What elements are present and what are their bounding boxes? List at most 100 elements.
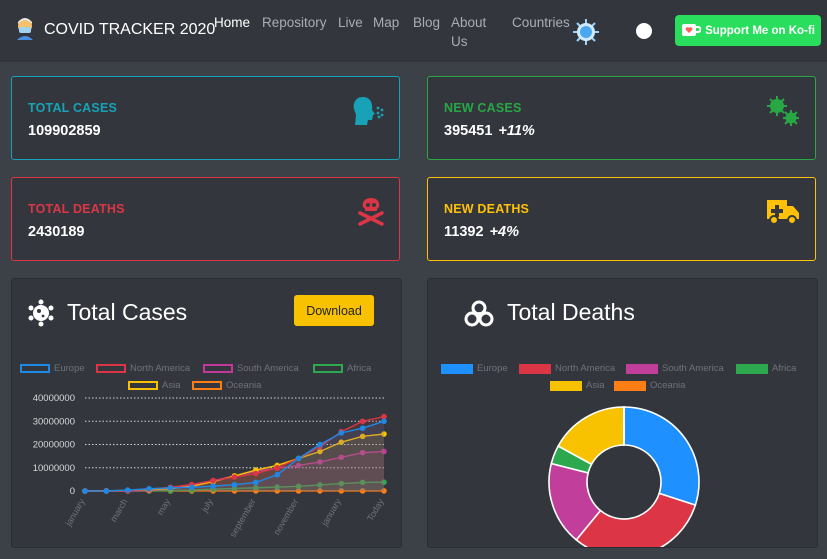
download-button[interactable]: Download	[294, 295, 374, 326]
data-point[interactable]	[381, 418, 387, 425]
nav-home[interactable]: Home	[214, 13, 250, 32]
data-point[interactable]	[253, 479, 259, 486]
y-tick-label: 40000000	[33, 393, 75, 404]
total-deaths-title: TOTAL DEATHS	[28, 202, 125, 216]
new-cases-pct: +11%	[498, 123, 535, 139]
donut-slice[interactable]	[575, 492, 697, 547]
kofi-cup-icon	[682, 24, 702, 36]
legend-swatch	[441, 363, 473, 374]
total-cases-chart-title: Total Cases	[67, 299, 188, 325]
virus-theme-icon[interactable]	[571, 17, 601, 47]
legend-item-north-america[interactable]: North America	[519, 363, 615, 374]
new-deaths-value: 11392	[444, 224, 484, 240]
nav-about-line2: Us	[451, 34, 468, 49]
nav-map[interactable]: Map	[373, 13, 399, 32]
legend-item-africa[interactable]: Africa	[313, 363, 371, 374]
data-point[interactable]	[231, 474, 238, 480]
legend-item-north-america[interactable]: North America	[96, 363, 190, 374]
legend-label: North America	[130, 363, 191, 374]
legend-swatch	[313, 364, 343, 373]
total-deaths-chart-title: Total Deaths	[507, 299, 635, 325]
legend-swatch	[519, 363, 551, 374]
new-cases-value: 395451	[444, 123, 493, 139]
donut-slice[interactable]	[623, 406, 700, 507]
data-point[interactable]	[274, 464, 281, 471]
theme-toggle[interactable]	[636, 23, 652, 39]
data-point[interactable]	[210, 477, 216, 484]
data-point[interactable]	[231, 481, 238, 488]
data-point[interactable]	[274, 471, 281, 478]
legend-item-africa[interactable]: Africa	[736, 363, 796, 374]
legend-item-south-america[interactable]: South America	[203, 363, 299, 374]
x-tick-label: july	[199, 497, 215, 515]
y-tick-label: 10000000	[33, 463, 75, 474]
legend-item-south-america[interactable]: South America	[626, 363, 724, 374]
total-deaths-card: TOTAL DEATHS 2430189	[11, 177, 400, 261]
brand-title: COVID TRACKER 2020	[44, 21, 216, 38]
data-point[interactable]	[338, 430, 345, 436]
nav-repository[interactable]: Repository	[262, 13, 327, 32]
nav-blog[interactable]: Blog	[413, 13, 440, 32]
total-deaths-value: 2430189	[28, 224, 85, 240]
new-deaths-pct: +4%	[489, 224, 519, 240]
virus-icon	[28, 299, 54, 327]
y-tick-label: 0	[70, 486, 75, 497]
total-cases-value: 109902859	[28, 123, 101, 139]
data-point[interactable]	[295, 455, 302, 462]
ambulance-icon	[767, 200, 799, 225]
nav-about[interactable]: About Us	[451, 13, 486, 51]
nav-countries[interactable]: Countries	[512, 13, 570, 32]
nav-live[interactable]: Live	[338, 13, 363, 32]
x-tick-label: january	[319, 497, 343, 529]
kofi-button[interactable]: Support Me on Ko-fi	[675, 15, 821, 46]
legend-swatch	[96, 364, 126, 373]
data-point[interactable]	[82, 488, 88, 494]
x-tick-label: march	[108, 497, 129, 524]
new-deaths-card: NEW DEATHS 11392 +4%	[427, 177, 816, 261]
nav-about-line1: About	[451, 15, 487, 30]
data-point[interactable]	[317, 441, 323, 448]
legend-swatch	[203, 364, 233, 373]
new-cases-card: NEW CASES 395451 +11%	[427, 76, 816, 160]
legend-label: South America	[237, 363, 299, 374]
legend-label: Europe	[54, 363, 85, 374]
total-cases-panel: Total Cases Download Europe North Americ…	[11, 278, 402, 548]
kofi-label: Support Me on Ko-fi	[705, 24, 815, 37]
data-point[interactable]	[124, 487, 131, 493]
legend-label: Europe	[477, 363, 508, 374]
data-point[interactable]	[103, 488, 110, 494]
legend-item-europe[interactable]: Europe	[20, 363, 85, 374]
data-point[interactable]	[167, 485, 174, 491]
y-tick-label: 20000000	[33, 440, 75, 451]
new-deaths-title: NEW DEATHS	[444, 202, 530, 216]
total-cases-line-chart: 0 10000000 20000000 30000000 40000000 january…	[33, 393, 387, 539]
total-cases-card: TOTAL CASES 109902859	[11, 76, 400, 160]
x-tick-label: november	[272, 497, 301, 537]
legend-item-europe[interactable]: Europe	[441, 363, 508, 374]
biohazard-icon	[464, 300, 494, 327]
new-cases-title: NEW CASES	[444, 101, 522, 115]
new-cases-value-row: 395451 +11%	[444, 123, 535, 139]
data-point[interactable]	[210, 483, 216, 489]
legend-label: Africa	[772, 363, 797, 374]
data-point[interactable]	[146, 485, 152, 492]
navbar: COVID TRACKER 2020 Home Repository Live …	[0, 0, 827, 62]
legend-swatch	[626, 363, 658, 374]
total-cases-title: TOTAL CASES	[28, 101, 118, 115]
total-deaths-donut-chart	[548, 406, 700, 547]
x-tick-label: Today	[365, 497, 386, 523]
viruses-icon	[767, 96, 799, 126]
data-point[interactable]	[188, 484, 195, 491]
brand[interactable]: COVID TRACKER 2020	[14, 18, 215, 42]
coughing-head-icon	[353, 97, 384, 125]
legend-swatch	[736, 363, 768, 374]
data-point[interactable]	[359, 418, 366, 425]
x-tick-label: january	[63, 497, 87, 529]
legend-swatch	[20, 364, 50, 373]
legend-label: Africa	[347, 363, 372, 374]
total-deaths-panel: Total Deaths Europe North America South …	[427, 278, 818, 548]
data-point[interactable]	[359, 425, 366, 432]
data-point[interactable]	[253, 470, 259, 477]
legend-label: North America	[555, 363, 616, 374]
legend-label: South America	[662, 363, 724, 374]
